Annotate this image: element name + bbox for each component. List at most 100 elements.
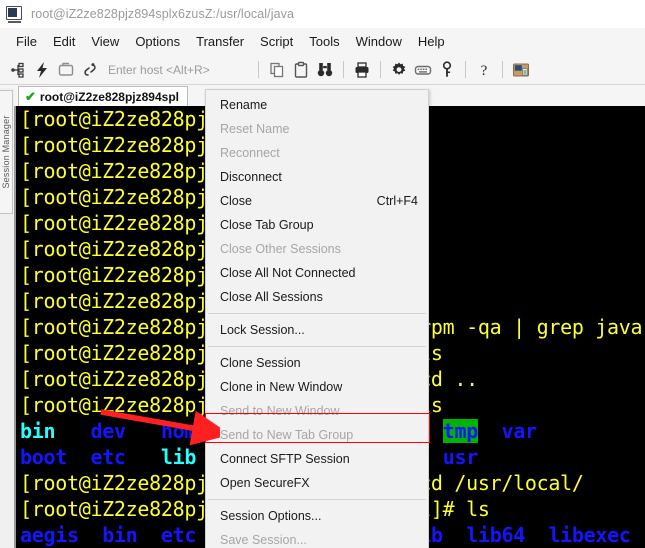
key-icon[interactable] <box>435 58 459 82</box>
copy-icon[interactable] <box>265 58 289 82</box>
menu-window[interactable]: Window <box>348 31 410 52</box>
toolbar-separator-3 <box>380 61 381 78</box>
menu-item-close-other-sessions: Close Other Sessions <box>206 237 428 261</box>
menu-item-label: Open SecureFX <box>220 476 310 490</box>
menu-item-label: Session Options... <box>220 509 322 523</box>
title-bar: root@iZ2ze828pjz894splx6zusZ:/usr/local/… <box>0 0 645 28</box>
menu-item-send-to-new-window: Send to New Window <box>206 399 428 423</box>
menu-item-label: Reconnect <box>220 146 280 160</box>
menu-view[interactable]: View <box>83 31 127 52</box>
terminal-text: usr <box>442 445 479 469</box>
securecrt-icon <box>6 5 23 23</box>
green-check-icon: ✔ <box>25 89 36 104</box>
toolbar-separator-2 <box>343 61 344 78</box>
menu-item-label: Close Other Sessions <box>220 242 341 256</box>
terminal-text: boot <box>20 445 67 469</box>
toolbar-separator-5 <box>502 61 503 78</box>
menu-item-label: Clone Session <box>220 356 301 370</box>
menu-item-label: Disconnect <box>220 170 282 184</box>
left-sidebar: Session Manager <box>0 88 15 548</box>
terminal-text: aegis <box>20 523 79 547</box>
menu-item-clone-in-new-window[interactable]: Clone in New Window <box>206 375 428 399</box>
menu-script[interactable]: Script <box>252 31 301 52</box>
terminal-text: home <box>160 419 208 443</box>
menu-bar: File Edit View Options Transfer Script T… <box>0 28 645 55</box>
menu-item-label: Send to New Window <box>220 404 340 418</box>
menu-separator <box>208 313 426 314</box>
tab-context-menu[interactable]: Rename Reset Name Reconnect Disconnect Close… <box>205 89 429 548</box>
menu-item-close-all-not-connected[interactable]: Close All Not Connected <box>206 261 428 285</box>
menu-item-connect-sftp-session[interactable]: Connect SFTP Session <box>206 447 428 471</box>
menu-item-label: Close All Sessions <box>220 290 323 304</box>
menu-item-label: Send to New Tab Group <box>220 428 354 442</box>
securecrt-window: root@iZ2ze828pjz894splx6zusZ:/usr/local/… <box>0 0 645 548</box>
menu-item-label: Close Tab Group <box>220 218 314 232</box>
menu-help[interactable]: Help <box>410 31 453 52</box>
menu-item-label: Close All Not Connected <box>220 266 356 280</box>
menu-options[interactable]: Options <box>127 31 188 52</box>
connect-sftp-link-icon[interactable] <box>78 58 102 82</box>
connect-icon[interactable] <box>6 58 30 82</box>
menu-item-rename[interactable]: Rename <box>206 93 428 117</box>
keyboard-icon[interactable] <box>411 58 435 82</box>
session-tab-active[interactable]: ✔ root@iZ2ze828pjz894spl <box>18 86 188 106</box>
menu-tools[interactable]: Tools <box>301 31 347 52</box>
toolbar-separator-4 <box>465 61 466 78</box>
menu-transfer[interactable]: Transfer <box>188 31 252 52</box>
menu-item-label: Close <box>220 194 252 208</box>
toolbar: Enter host <Alt+R> ? <box>0 55 645 85</box>
host-input[interactable]: Enter host <Alt+R> <box>108 63 248 77</box>
paste-icon[interactable] <box>289 58 313 82</box>
menu-item-clone-session[interactable]: Clone Session <box>206 351 428 375</box>
find-icon[interactable] <box>313 58 337 82</box>
help-icon[interactable]: ? <box>472 58 496 82</box>
menu-item-session-options[interactable]: Session Options... <box>206 504 428 528</box>
menu-item-label: Connect SFTP Session <box>220 452 350 466</box>
session-tab-label: root@iZ2ze828pjz894spl <box>39 89 179 104</box>
toolbar-separator-1 <box>258 61 259 78</box>
menu-item-label: Reset Name <box>220 122 290 136</box>
terminal-text: lib <box>160 445 197 469</box>
terminal-text: bin <box>20 419 56 443</box>
svg-text:?: ? <box>481 63 488 79</box>
quick-connect-icon[interactable] <box>30 58 54 82</box>
menu-separator <box>208 499 426 500</box>
terminal-text: var <box>501 419 538 443</box>
menu-item-label: Rename <box>220 98 268 112</box>
terminal-text: bin <box>102 523 138 547</box>
sidebar-tab-session-manager[interactable]: Session Manager <box>0 90 13 214</box>
menu-item-accelerator: Ctrl+F4 <box>376 194 418 208</box>
securefx-icon[interactable] <box>509 58 533 82</box>
terminal-text: libexec <box>548 523 631 547</box>
menu-item-close[interactable]: Close Ctrl+F4 <box>206 189 428 213</box>
menu-item-reconnect: Reconnect <box>206 141 428 165</box>
gear-icon[interactable] <box>387 58 411 82</box>
terminal-text: lib64 <box>466 523 525 547</box>
menu-item-disconnect[interactable]: Disconnect <box>206 165 428 189</box>
menu-file[interactable]: File <box>8 31 45 52</box>
menu-item-open-securefx[interactable]: Open SecureFX <box>206 471 428 495</box>
menu-item-label: Lock Session... <box>220 323 305 337</box>
menu-item-label: Clone in New Window <box>220 380 343 394</box>
menu-item-close-all-sessions[interactable]: Close All Sessions <box>206 285 428 309</box>
menu-item-label: Save Session... <box>220 533 307 547</box>
connect-in-tab-icon[interactable] <box>54 58 78 82</box>
menu-item-save-session: Save Session... <box>206 528 428 548</box>
terminal-text: tmp <box>442 419 479 443</box>
menu-item-close-tab-group[interactable]: Close Tab Group <box>206 213 428 237</box>
terminal-text: etc <box>90 445 126 469</box>
menu-item-lock-session[interactable]: Lock Session... <box>206 318 428 342</box>
terminal-text: etc <box>160 523 197 547</box>
sidebar-tab-label: Session Manager <box>1 115 11 189</box>
menu-edit[interactable]: Edit <box>45 31 83 52</box>
print-icon[interactable] <box>350 58 374 82</box>
